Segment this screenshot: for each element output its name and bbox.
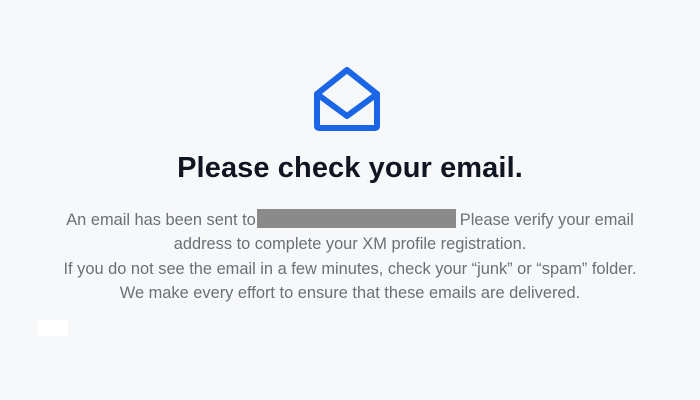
page-title: Please check your email. — [177, 152, 523, 184]
envelope-icon — [314, 67, 380, 131]
message-line-1: An email has been sent to Please verify y… — [0, 208, 700, 232]
blank-patch — [37, 320, 68, 336]
verify-text: Please verify your email — [459, 211, 634, 229]
confirmation-message: An email has been sent to Please verify y… — [0, 208, 700, 305]
sent-to-text: An email has been sent to — [66, 211, 256, 229]
message-line-3: If you do not see the email in a few min… — [63, 259, 637, 278]
message-line-2: address to complete your XM profile regi… — [173, 235, 527, 254]
message-line-4: We make every effort to ensure that thes… — [119, 283, 581, 302]
redacted-email-address — [256, 209, 456, 228]
envelope-flap — [314, 91, 380, 119]
